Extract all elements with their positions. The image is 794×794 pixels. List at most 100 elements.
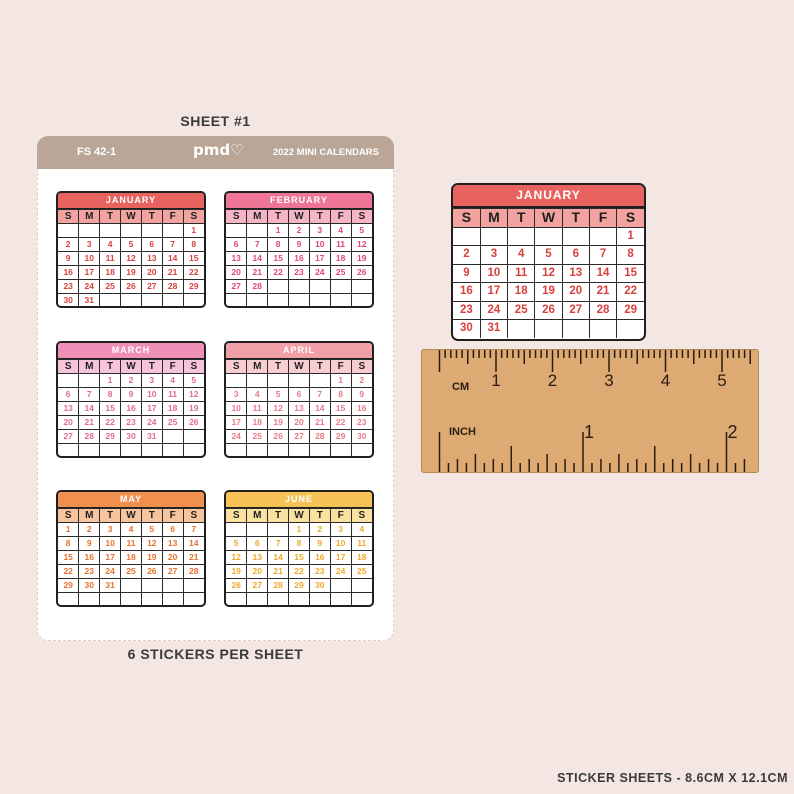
day-cell [226,373,248,388]
day-cell [140,443,163,456]
day-cell [78,443,101,456]
day-cell [267,279,290,294]
day-cell: 11 [120,536,142,551]
day-cell [140,223,163,238]
weekday-label: F [161,508,184,523]
day-cell: 1 [288,522,310,537]
weekday-label: S [58,209,80,224]
day-cell: 17 [78,265,101,280]
day-cell: 21 [308,415,331,430]
day-cell: 7 [588,245,618,265]
day-cell [161,223,184,238]
day-cell [182,578,204,593]
day-cell: 30 [308,578,331,593]
day-cell: 24 [226,429,248,444]
weekday-label: T [561,208,590,228]
day-cell: 9 [120,387,142,402]
day-cell: 29 [99,429,122,444]
day-cell: 6 [288,387,310,402]
day-cell: 21 [161,265,184,280]
day-cell: 15 [58,550,80,565]
weekday-label: S [453,208,481,228]
day-cell: 4 [350,522,372,537]
day-cell: 9 [308,536,331,551]
day-cell [226,293,248,306]
weekday-label: S [182,209,204,224]
day-cell: 23 [120,415,142,430]
day-cell: 20 [58,415,80,430]
weekday-label: S [58,508,80,523]
day-cell: 26 [226,578,248,593]
day-cell: 21 [267,564,290,579]
day-cell [99,443,122,456]
day-cell: 15 [99,401,122,416]
weekday-label: W [534,208,563,228]
sticker-sheet: FS 42-1 pmd♡ 2022 MINI CALENDARS JANUARY… [37,136,394,641]
weekday-label: T [267,359,290,374]
day-cell: 10 [99,536,122,551]
month-label: FEBRUARY [226,193,372,209]
day-cell: 4 [246,387,269,402]
day-cell: 10 [78,251,101,266]
day-cell: 2 [350,373,372,388]
day-cell [534,319,563,338]
day-cell: 12 [140,536,163,551]
day-cell: 8 [288,536,310,551]
day-cell: 20 [561,282,590,302]
day-cell: 3 [226,387,248,402]
day-cell: 25 [350,564,372,579]
day-cell: 7 [246,237,269,252]
day-cell: 14 [588,263,618,283]
day-cell: 19 [267,415,290,430]
day-cell [226,592,248,605]
weekday-label: M [78,508,101,523]
day-cell: 31 [479,319,509,338]
day-cell [246,522,269,537]
day-cell [288,293,310,306]
day-cell: 25 [246,429,269,444]
day-cell: 27 [140,279,163,294]
day-cell [308,443,331,456]
day-cell: 17 [226,415,248,430]
day-cell: 16 [78,550,101,565]
weekday-label: S [58,359,80,374]
day-cell: 4 [99,237,122,252]
day-cell: 30 [350,429,372,444]
day-cell [58,443,80,456]
day-cell: 22 [329,415,352,430]
day-cell [329,578,352,593]
day-cell [226,443,248,456]
weekday-label: W [120,508,142,523]
day-cell: 11 [161,387,184,402]
day-cell: 18 [120,550,142,565]
day-cell: 24 [140,415,163,430]
day-cell: 28 [161,279,184,294]
day-cell: 8 [267,237,290,252]
weekday-label: T [308,508,331,523]
weekday-label: W [288,508,310,523]
day-cell: 28 [182,564,204,579]
day-cell: 6 [246,536,269,551]
weekday-label: T [140,359,163,374]
day-cell: 24 [329,564,352,579]
day-cell [140,578,163,593]
weekday-label: T [507,208,536,228]
day-cell [350,592,372,605]
day-cell [78,373,101,388]
day-cell: 13 [58,401,80,416]
inch-unit-label: INCH [449,426,476,438]
day-cell: 8 [616,245,644,265]
day-cell [120,443,142,456]
day-cell: 7 [267,536,290,551]
day-cell: 14 [182,536,204,551]
day-cell: 9 [350,387,372,402]
day-cell [246,293,269,306]
day-cell: 25 [329,265,352,280]
day-cell: 2 [453,245,481,265]
weekday-label: F [161,209,184,224]
day-cell: 11 [329,237,352,252]
day-cell: 13 [161,536,184,551]
day-cell: 1 [267,223,290,238]
weekday-label: T [99,209,122,224]
day-cell: 28 [246,279,269,294]
